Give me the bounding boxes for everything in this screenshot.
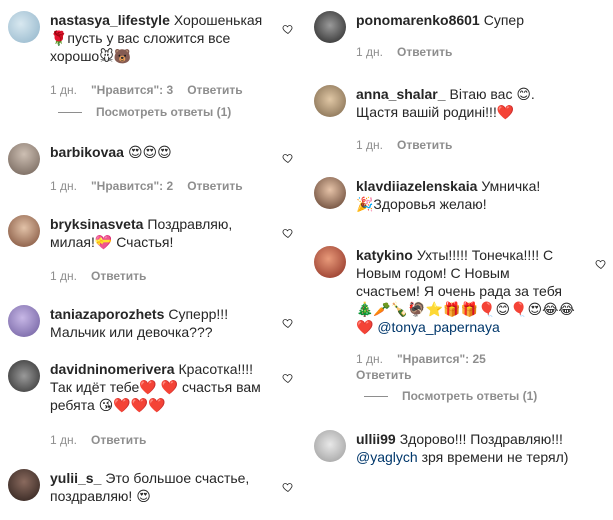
- comment-text: поздравляю! 😍: [50, 488, 151, 504]
- comment-body: katykino Ухты!!!!! Тонечка!!!! С Новым го…: [356, 246, 583, 336]
- username[interactable]: anna_shalar_: [356, 86, 446, 102]
- username[interactable]: taniazaporozhets: [50, 306, 164, 322]
- comment-meta: 1 дн. "Нравится": 3 Ответить: [50, 83, 257, 97]
- avatar[interactable]: [314, 430, 346, 462]
- comment-meta: 1 дн. Ответить: [356, 45, 466, 59]
- likes-count[interactable]: "Нравится": 2: [91, 179, 173, 193]
- username[interactable]: klavdiiazelenskaia: [356, 178, 477, 194]
- avatar[interactable]: [8, 360, 40, 392]
- avatar[interactable]: [314, 246, 346, 278]
- comment-text: 🎉Здоровья желаю!: [356, 196, 487, 212]
- comment-meta: 1 дн. "Нравится": 25: [356, 352, 500, 366]
- username[interactable]: ponomarenko8601: [356, 12, 480, 28]
- comment-text: 🌹пусть у вас сложится все: [50, 30, 231, 46]
- avatar[interactable]: [314, 11, 346, 43]
- comment-meta: 1 дн. Ответить: [356, 138, 466, 152]
- username[interactable]: yulii_s_: [50, 470, 101, 486]
- timestamp: 1 дн.: [50, 433, 77, 447]
- comment-text: Мальчик или девочка???: [50, 324, 213, 340]
- comment-body: taniazaporozhets Суперр!!! Мальчик или де…: [50, 305, 270, 341]
- divider-line: [364, 396, 388, 398]
- like-heart-icon[interactable]: [282, 317, 294, 329]
- comment-text: счастьем! Я очень рада за тебя: [356, 283, 562, 299]
- comment-body: nastasya_lifestyle Хорошенькая 🌹пусть у в…: [50, 11, 270, 65]
- reply-button[interactable]: Ответить: [187, 179, 242, 193]
- comment-body: ponomarenko8601 Супер: [356, 11, 583, 29]
- timestamp: 1 дн.: [356, 45, 383, 59]
- username[interactable]: ullii99: [356, 431, 396, 447]
- like-heart-icon[interactable]: [282, 481, 294, 493]
- avatar[interactable]: [8, 305, 40, 337]
- comment-text: Так идёт тебе❤️ ❤️ счастья вам: [50, 379, 261, 395]
- comment-body: klavdiiazelenskaia Умничка! 🎉Здоровья жел…: [356, 177, 583, 213]
- comment-text: Щастя вашій родині!!!❤️: [356, 104, 515, 120]
- likes-count[interactable]: "Нравится": 25: [397, 352, 486, 366]
- comment-text: зря времени не терял): [421, 449, 569, 465]
- timestamp: 1 дн.: [356, 352, 383, 366]
- timestamp: 1 дн.: [50, 179, 77, 193]
- like-heart-icon[interactable]: [282, 227, 294, 239]
- comment-body: yulii_s_ Это большое счастье, поздравляю!…: [50, 469, 270, 505]
- timestamp: 1 дн.: [50, 269, 77, 283]
- like-heart-icon[interactable]: [282, 152, 294, 164]
- username[interactable]: barbikovaa: [50, 144, 124, 160]
- comment-text: ребята 😘❤️❤️❤️: [50, 397, 166, 413]
- comment-text: ❤️: [356, 319, 374, 335]
- reply-button[interactable]: Ответить: [356, 368, 411, 382]
- username[interactable]: bryksinasveta: [50, 216, 143, 232]
- like-heart-icon[interactable]: [282, 372, 294, 384]
- reply-button[interactable]: Ответить: [91, 269, 146, 283]
- reply-button[interactable]: Ответить: [397, 138, 452, 152]
- mention-link[interactable]: @tonya_papernaya: [377, 319, 499, 335]
- mention-link[interactable]: @yaglych: [356, 449, 418, 465]
- avatar[interactable]: [8, 11, 40, 43]
- timestamp: 1 дн.: [356, 138, 383, 152]
- reply-button[interactable]: Ответить: [91, 433, 146, 447]
- comment-meta: 1 дн. Ответить: [50, 433, 160, 447]
- comment-body: barbikovaa 😍😍😍: [50, 143, 270, 161]
- avatar[interactable]: [8, 469, 40, 501]
- like-heart-icon[interactable]: [282, 23, 294, 35]
- comment-meta: 1 дн. Ответить: [50, 269, 160, 283]
- comment-body: anna_shalar_ Вітаю вас 😊. Щастя вашій род…: [356, 85, 583, 121]
- comment-text: Умничка!: [481, 178, 541, 194]
- comment-body: bryksinasveta Поздравляю, милая!💝 Счастья…: [50, 215, 270, 251]
- comment-text: Поздравляю,: [147, 216, 233, 232]
- comment-body: ullii99 Здорово!!! Поздравляю!!! @yaglych…: [356, 430, 583, 466]
- reply-button[interactable]: Ответить: [187, 83, 242, 97]
- comment-text: хорошо🐭🐻: [50, 48, 132, 64]
- comment-text: Здорово!!! Поздравляю!!!: [399, 431, 563, 447]
- username[interactable]: katykino: [356, 247, 413, 263]
- comment-text: Новым годом! С Новым: [356, 265, 510, 281]
- comment-text: Это большое счастье,: [105, 470, 250, 486]
- reply-button[interactable]: Ответить: [397, 45, 452, 59]
- likes-count[interactable]: "Нравится": 3: [91, 83, 173, 97]
- username[interactable]: davidninomerivera: [50, 361, 175, 377]
- comment-text: Вітаю вас 😊.: [449, 86, 535, 102]
- avatar[interactable]: [8, 215, 40, 247]
- timestamp: 1 дн.: [50, 83, 77, 97]
- avatar[interactable]: [8, 143, 40, 175]
- comment-text: милая!💝 Счастья!: [50, 234, 174, 250]
- divider-line: [58, 112, 82, 114]
- comment-text: Суперр!!!: [168, 306, 229, 322]
- view-replies-button[interactable]: Посмотреть ответы (1): [364, 389, 537, 403]
- like-heart-icon[interactable]: [595, 258, 607, 270]
- comment-text: 🎄🥕🍾🦃⭐🎁🎁🎈😊🎈😍😂😂: [356, 301, 575, 317]
- view-replies-button[interactable]: Посмотреть ответы (1): [58, 105, 231, 119]
- column-divider: [302, 0, 303, 520]
- avatar[interactable]: [314, 85, 346, 117]
- comment-text: Хорошенькая: [173, 12, 263, 28]
- comment-text: Ухты!!!!! Тонечка!!!! С: [416, 247, 554, 263]
- comment-text: 😍😍😍: [127, 144, 172, 160]
- comment-body: davidninomerivera Красотка!!!! Так идёт т…: [50, 360, 270, 414]
- username[interactable]: nastasya_lifestyle: [50, 12, 170, 28]
- comment-text: Супер: [483, 12, 524, 28]
- comment-meta: Ответить: [356, 368, 425, 382]
- comment-text: Красотка!!!!: [178, 361, 254, 377]
- avatar[interactable]: [314, 177, 346, 209]
- comment-meta: 1 дн. "Нравится": 2 Ответить: [50, 179, 257, 193]
